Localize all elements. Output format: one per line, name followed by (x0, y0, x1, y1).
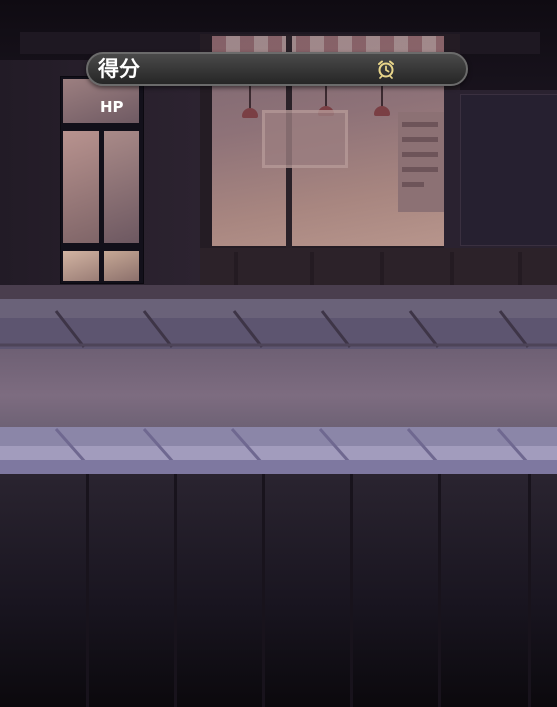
pillar-divider (86, 474, 89, 707)
underground-wall (0, 474, 557, 707)
hanging-lamp (242, 108, 258, 118)
game-scene: 得分 HP (0, 0, 557, 707)
window-pane (104, 251, 139, 281)
shop-menu-board (398, 112, 444, 212)
right-building-panel (460, 94, 557, 246)
lower-curb (0, 460, 557, 474)
shop-shelf (262, 110, 348, 168)
pillar-divider (262, 474, 265, 707)
window-pane (63, 131, 99, 243)
upper-sidewalk (0, 299, 557, 349)
hp-label: HP (100, 98, 124, 116)
hanging-lamp (374, 106, 390, 116)
pillar-divider (528, 474, 531, 707)
score-label: 得分 (98, 57, 140, 81)
window-pane (104, 131, 139, 243)
score-bar (86, 52, 468, 86)
shop-awning (212, 36, 444, 52)
street-road (0, 349, 557, 427)
pillar-divider (350, 474, 353, 707)
upper-sidewalk-seams (0, 310, 557, 348)
alarm-clock-icon (376, 59, 396, 79)
pillar-divider (174, 474, 177, 707)
pillar-divider (438, 474, 441, 707)
window-pane (63, 251, 99, 281)
upper-curb (0, 285, 557, 299)
